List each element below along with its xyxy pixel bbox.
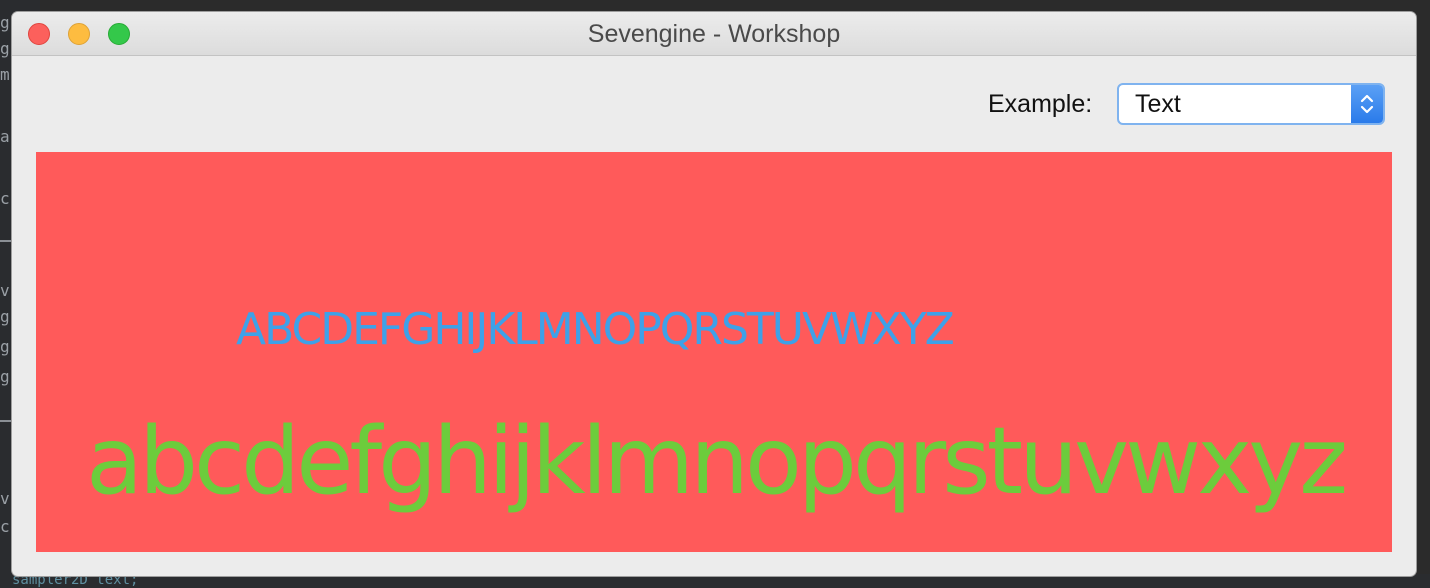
- editor-separator: [0, 420, 12, 422]
- chevron-up-down-icon: [1360, 94, 1374, 114]
- example-label: Example:: [988, 90, 1093, 118]
- render-canvas: ABCDEFGHIJKLMNOPQRSTUVWXYZ abcdefghijklm…: [36, 152, 1392, 552]
- title-bar[interactable]: Sevengine - Workshop: [12, 12, 1416, 56]
- background-editor-bottom: sampler2D text;: [0, 572, 1430, 588]
- editor-separator: [0, 240, 12, 242]
- close-button[interactable]: [28, 23, 50, 45]
- editor-fragment: g: [0, 39, 10, 58]
- editor-fragment: v: [0, 489, 10, 508]
- editor-fragment: c: [0, 517, 10, 536]
- editor-fragment: v: [0, 281, 10, 300]
- editor-fragment: c: [0, 189, 10, 208]
- editor-fragment: a: [0, 127, 10, 146]
- editor-fragment: g: [0, 13, 10, 32]
- lowercase-sample-text: abcdefghijklmnopqrstuvwxyz: [86, 407, 1348, 515]
- app-window: Sevengine - Workshop Example: Text ABCDE…: [12, 12, 1416, 576]
- editor-fragment: g: [0, 307, 10, 326]
- editor-fragment: g: [0, 367, 10, 386]
- editor-fragment: g: [0, 337, 10, 356]
- example-select[interactable]: Text: [1117, 83, 1385, 125]
- uppercase-sample-text: ABCDEFGHIJKLMNOPQRSTUVWXYZ: [236, 304, 955, 355]
- window-title: Sevengine - Workshop: [587, 20, 841, 48]
- editor-fragment: m: [0, 65, 10, 84]
- select-stepper[interactable]: [1351, 85, 1383, 123]
- minimize-button[interactable]: [68, 23, 90, 45]
- example-select-value: Text: [1135, 90, 1181, 118]
- zoom-button[interactable]: [108, 23, 130, 45]
